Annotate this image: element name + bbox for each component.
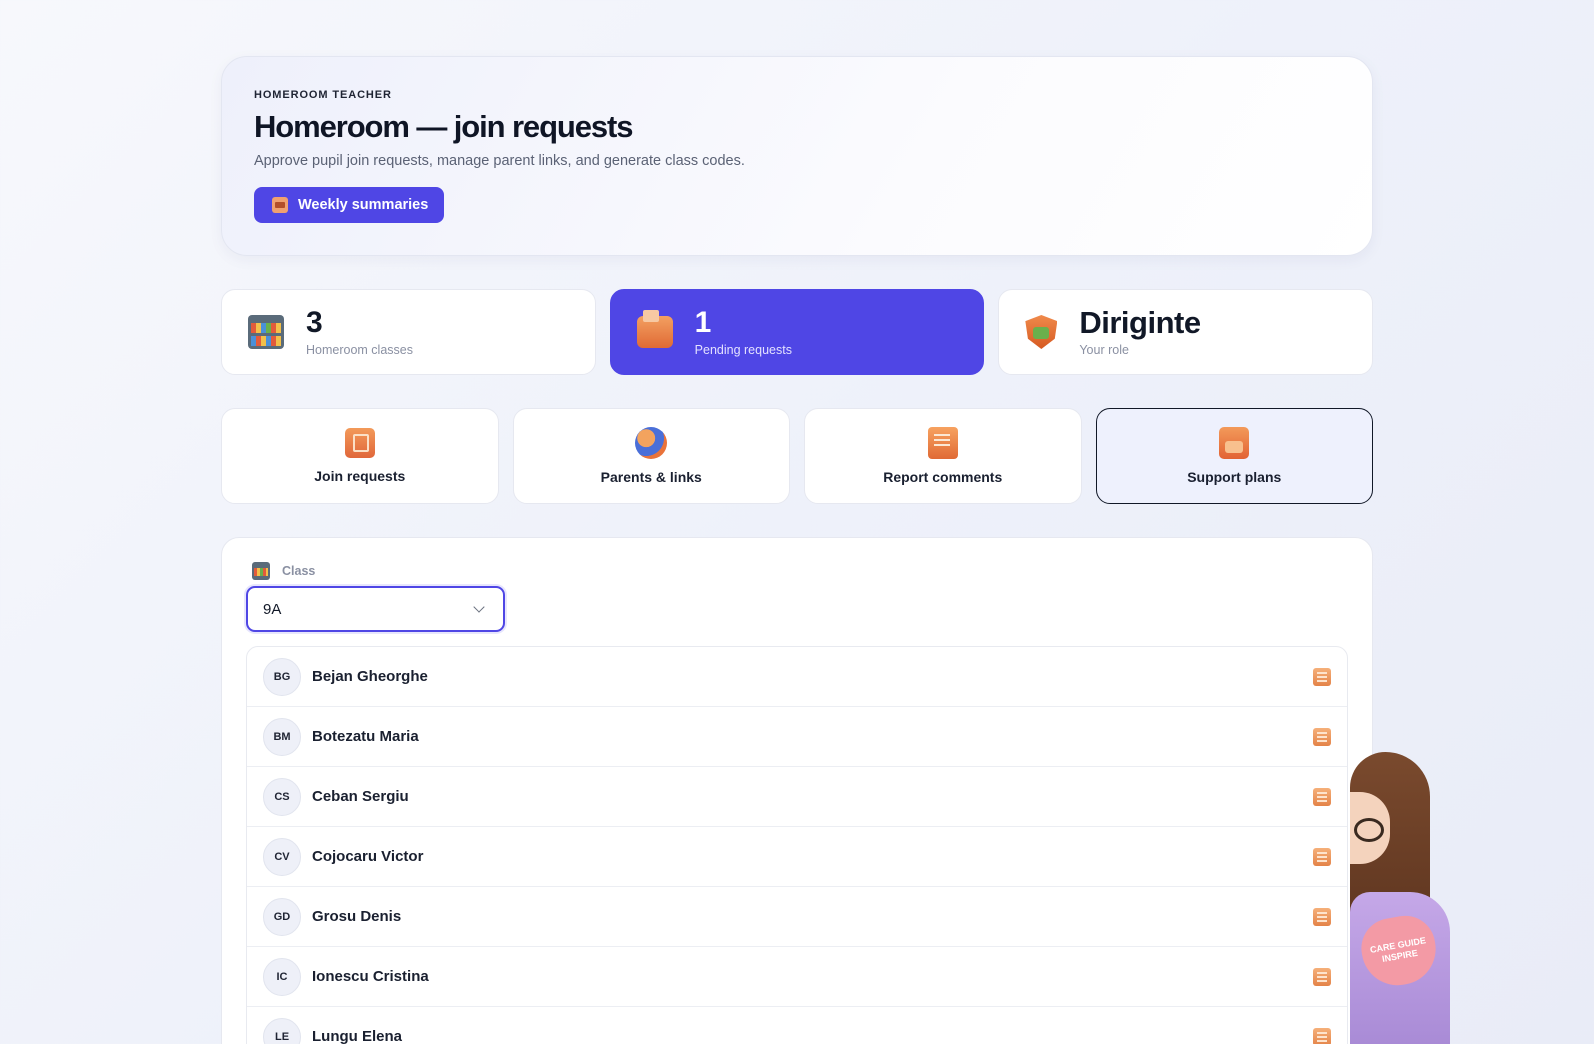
tab-report-comments[interactable]: Report comments bbox=[804, 408, 1082, 504]
pupil-name: Lungu Elena bbox=[312, 1028, 402, 1044]
list-item: IC Ionescu Cristina bbox=[247, 947, 1347, 1007]
avatar: BG bbox=[263, 657, 301, 696]
tab-parents-links[interactable]: Parents & links bbox=[512, 408, 790, 504]
tab-support-plans[interactable]: Support plans bbox=[1095, 408, 1373, 504]
glasses-icon bbox=[1354, 818, 1384, 842]
tab-label: Support plans bbox=[1187, 469, 1282, 485]
pupil-list: BG Bejan Gheorghe BM Botezatu Maria CS C… bbox=[246, 646, 1348, 1044]
list-item: GD Grosu Denis bbox=[247, 887, 1347, 947]
pupil-name: Grosu Denis bbox=[312, 908, 402, 925]
pupil-name: Ceban Sergiu bbox=[312, 788, 409, 805]
weekly-summaries-label: Weekly summaries bbox=[298, 197, 429, 213]
stat-pending-requests: 1 Pending requests bbox=[609, 289, 985, 375]
support-plan-icon[interactable] bbox=[1313, 667, 1331, 686]
toolbox-icon bbox=[636, 310, 673, 348]
support-plan-icon bbox=[1219, 427, 1250, 459]
list-item: CV Cojocaru Victor bbox=[247, 827, 1347, 887]
pupil-name: Ionescu Cristina bbox=[312, 968, 429, 985]
list-item: LE Lungu Elena bbox=[247, 1007, 1347, 1044]
door-icon bbox=[344, 428, 375, 458]
class-label: Class bbox=[282, 564, 316, 578]
teacher-mascot-illustration: CARE GUIDE INSPIRE bbox=[1340, 752, 1460, 1044]
stat-your-role: Diriginte Your role bbox=[998, 289, 1374, 375]
stat-label: Homeroom classes bbox=[306, 343, 413, 357]
support-plan-icon[interactable] bbox=[1313, 847, 1331, 866]
eyebrow-label: HOMEROOM TEACHER bbox=[254, 89, 392, 101]
stat-value: 1 bbox=[694, 306, 712, 339]
support-plan-icon[interactable] bbox=[1313, 967, 1331, 986]
list-item: BG Bejan Gheorghe bbox=[247, 647, 1347, 707]
list-item: CS Ceban Sergiu bbox=[247, 767, 1347, 827]
calendar-icon bbox=[272, 197, 288, 213]
pupil-name: Bejan Gheorghe bbox=[312, 668, 428, 685]
pupil-name: Botezatu Maria bbox=[312, 728, 419, 745]
chevron-down-icon bbox=[473, 601, 485, 613]
page-header: HOMEROOM TEACHER Homeroom — join request… bbox=[221, 56, 1373, 256]
support-plan-icon[interactable] bbox=[1313, 727, 1331, 746]
stat-label: Pending requests bbox=[694, 343, 792, 357]
avatar: CS bbox=[263, 777, 301, 816]
support-plan-icon[interactable] bbox=[1313, 787, 1331, 806]
avatar: LE bbox=[263, 1017, 301, 1044]
avatar: GD bbox=[263, 897, 301, 936]
people-icon bbox=[635, 427, 668, 459]
support-plan-icon[interactable] bbox=[1313, 1027, 1331, 1044]
stat-homeroom-classes: 3 Homeroom classes bbox=[221, 289, 596, 375]
tab-label: Join requests bbox=[314, 468, 406, 484]
tab-join-requests[interactable]: Join requests bbox=[221, 408, 499, 504]
stat-value: 3 bbox=[306, 306, 323, 339]
list-item: BM Botezatu Maria bbox=[247, 707, 1347, 767]
class-field-label: Class bbox=[252, 562, 1348, 580]
tab-label: Report comments bbox=[883, 469, 1003, 485]
page-subtitle: Approve pupil join requests, manage pare… bbox=[254, 153, 745, 169]
weekly-summaries-button[interactable]: Weekly summaries bbox=[254, 187, 445, 223]
page-container: HOMEROOM TEACHER Homeroom — join request… bbox=[221, 56, 1374, 1044]
pupil-name: Cojocaru Victor bbox=[312, 848, 424, 865]
avatar: CV bbox=[263, 837, 301, 876]
bookshelf-icon bbox=[248, 315, 284, 349]
page-title: Homeroom — join requests bbox=[254, 109, 633, 144]
stats-row: 3 Homeroom classes 1 Pending requests Di… bbox=[221, 289, 1374, 375]
support-plan-icon[interactable] bbox=[1313, 907, 1331, 926]
avatar: IC bbox=[263, 957, 301, 996]
tab-label: Parents & links bbox=[600, 469, 702, 485]
section-tabs: Join requests Parents & links Report com… bbox=[221, 408, 1373, 504]
stat-value: Diriginte bbox=[1079, 305, 1201, 340]
report-icon bbox=[927, 427, 958, 459]
class-select-value: 9A bbox=[263, 600, 282, 618]
bookshelf-icon bbox=[252, 562, 270, 580]
support-plans-panel: Class 9A BG Bejan Gheorghe BM Botezatu M… bbox=[221, 537, 1373, 1044]
shield-icon bbox=[1025, 315, 1058, 349]
avatar: BM bbox=[263, 717, 301, 756]
class-select[interactable]: 9A bbox=[246, 586, 505, 632]
stat-label: Your role bbox=[1079, 343, 1129, 357]
